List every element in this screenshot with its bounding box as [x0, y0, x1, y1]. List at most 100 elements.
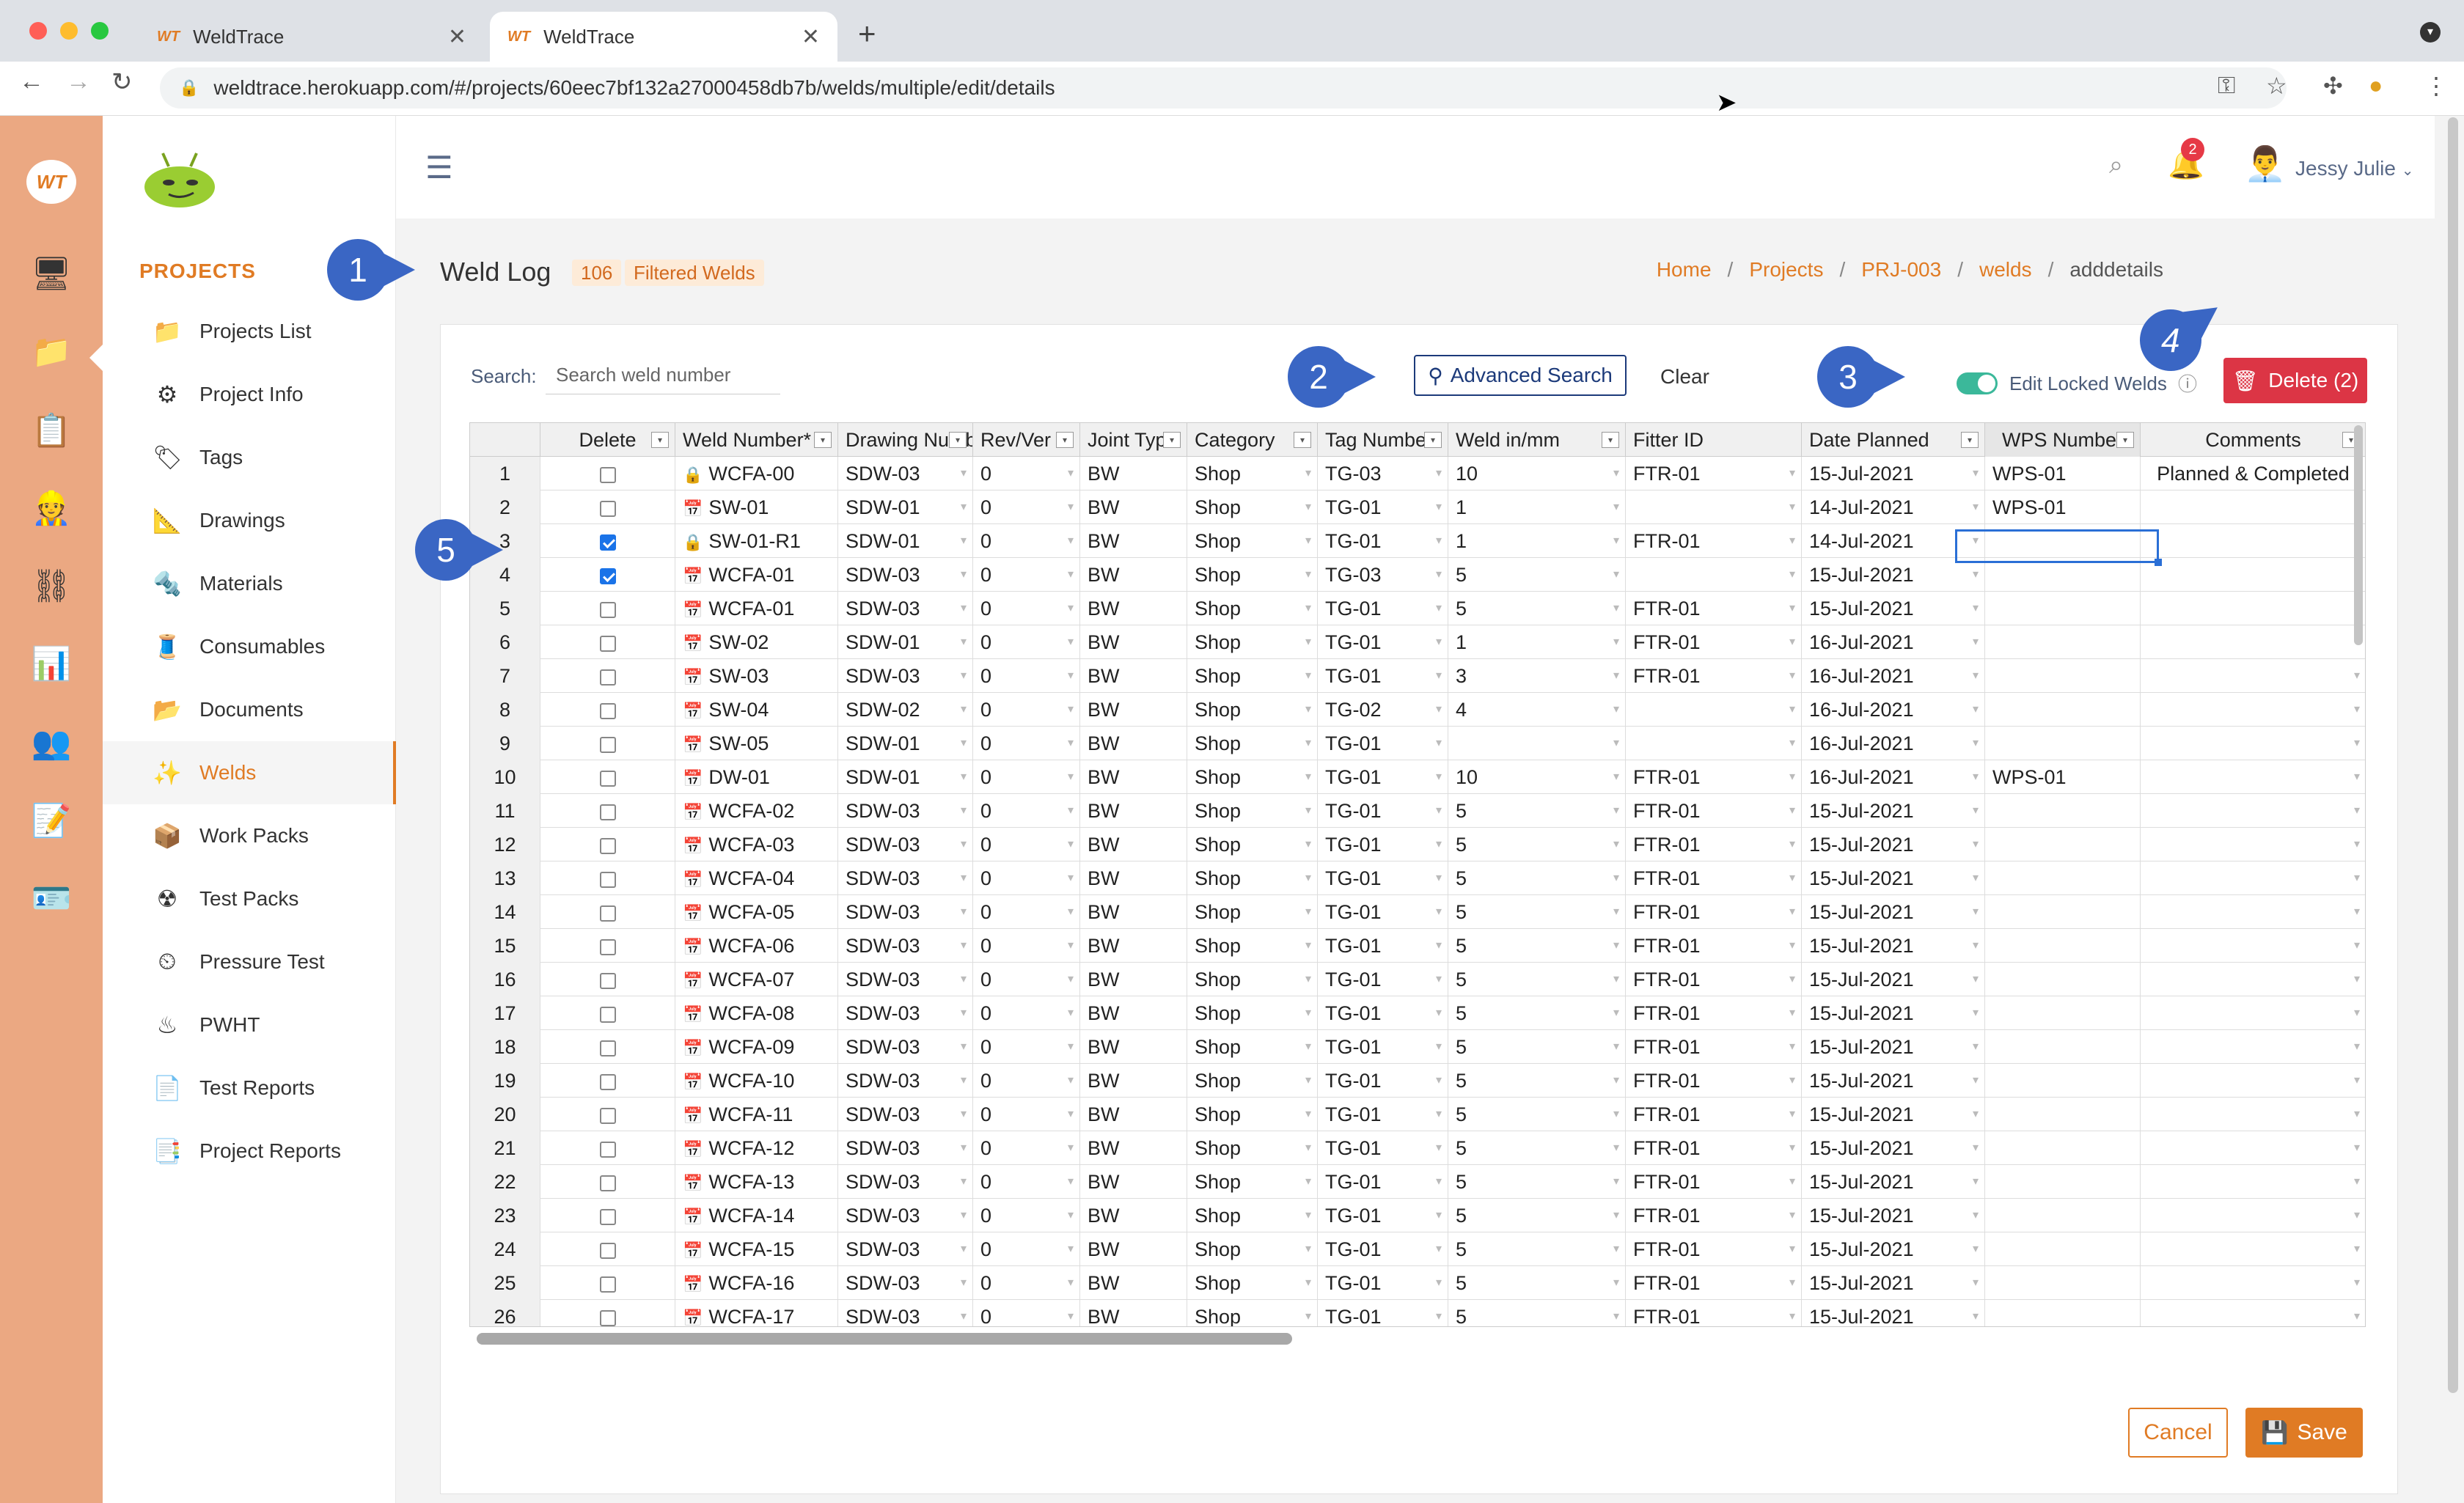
dropdown-arrow-icon[interactable]: ▾ [1068, 592, 1074, 625]
cell-weld[interactable]: 📅 WCFA-05 [675, 895, 838, 929]
cell-jt[interactable]: BW [1080, 760, 1187, 794]
cell-cat[interactable]: Shop ▾ [1187, 457, 1318, 490]
breadcrumb-project[interactable]: PRJ-003 [1861, 258, 1941, 282]
delete-checkbox[interactable] [599, 1107, 616, 1124]
browser-tab-active[interactable]: WT WeldTrace ✕ [490, 12, 837, 62]
cell-tag[interactable]: TG-01 ▾ [1318, 727, 1448, 760]
cancel-button[interactable]: Cancel [2128, 1408, 2228, 1458]
row-number[interactable]: 7 [470, 659, 540, 693]
dropdown-arrow-icon[interactable]: ▾ [1436, 996, 1442, 1030]
dropdown-arrow-icon[interactable]: ▾ [1613, 659, 1619, 693]
dropdown-arrow-icon[interactable]: ▾ [1305, 457, 1311, 490]
cell-date[interactable]: 15-Jul-2021 ▾ [1802, 929, 1985, 963]
delete-checkbox[interactable] [599, 837, 616, 854]
row-number[interactable]: 12 [470, 828, 540, 861]
row-number[interactable]: 16 [470, 963, 540, 996]
cell-rev[interactable]: 0 ▾ [973, 1030, 1080, 1064]
dropdown-arrow-icon[interactable]: ▾ [1789, 1266, 1795, 1300]
cell-rev[interactable]: 0 ▾ [973, 490, 1080, 524]
cell-jt[interactable]: BW [1080, 558, 1187, 592]
dropdown-arrow-icon[interactable]: ▾ [1973, 592, 1979, 625]
cell-weld[interactable]: 📅 WCFA-02 [675, 794, 838, 828]
delete-checkbox[interactable] [599, 601, 616, 618]
address-bar[interactable]: 🔒 weldtrace.herokuapp.com/#/projects/60e… [160, 67, 2287, 109]
dropdown-arrow-icon[interactable]: ▾ [1613, 794, 1619, 828]
cell-rev[interactable]: 0 ▾ [973, 625, 1080, 659]
cell-tag[interactable]: TG-01 ▾ [1318, 828, 1448, 861]
row-number[interactable]: 14 [470, 895, 540, 929]
sidebar-item-drawings[interactable]: 📐 Drawings [103, 489, 396, 552]
cell-jt[interactable]: BW [1080, 1131, 1187, 1165]
sidebar-item-test-reports[interactable]: 📄 Test Reports [103, 1056, 396, 1120]
dropdown-arrow-icon[interactable]: ▾ [1436, 1098, 1442, 1131]
dropdown-arrow-icon[interactable]: ▾ [1068, 490, 1074, 524]
cell-tag[interactable]: TG-01 ▾ [1318, 1199, 1448, 1232]
weldtrace-logo-icon[interactable]: WT [26, 160, 76, 204]
dropdown-arrow-icon[interactable]: ▾ [1436, 895, 1442, 929]
cell-comments[interactable]: ▾ [2141, 794, 2365, 828]
delete-checkbox[interactable] [599, 1276, 616, 1293]
cell-tag[interactable]: TG-01 ▾ [1318, 625, 1448, 659]
cell-size[interactable]: 4 ▾ [1448, 693, 1626, 727]
dropdown-arrow-icon[interactable]: ▾ [1613, 895, 1619, 929]
sidebar-item-project-info[interactable]: ⚙ Project Info [103, 363, 396, 426]
cell-dwg[interactable]: SDW-03 ▾ [838, 592, 973, 625]
cell-fitter[interactable]: FTR-01 ▾ [1626, 996, 1802, 1030]
cell-tag[interactable]: TG-01 ▾ [1318, 592, 1448, 625]
cell-tag[interactable]: TG-02 ▾ [1318, 693, 1448, 727]
badge-icon[interactable]: 🪪 [26, 877, 76, 921]
dropdown-arrow-icon[interactable]: ▾ [1068, 895, 1074, 929]
delete-checkbox[interactable] [599, 905, 616, 922]
dropdown-arrow-icon[interactable]: ▾ [1789, 1131, 1795, 1165]
dropdown-arrow-icon[interactable]: ▾ [2354, 895, 2360, 929]
cell-jt[interactable]: BW [1080, 457, 1187, 490]
column-header[interactable]: Delete ▾ [540, 423, 675, 457]
row-number[interactable]: 20 [470, 1098, 540, 1131]
dropdown-arrow-icon[interactable]: ▾ [1068, 1232, 1074, 1266]
cell-date[interactable]: 16-Jul-2021 ▾ [1802, 659, 1985, 693]
welder-icon[interactable]: 👷 [26, 487, 76, 531]
dropdown-arrow-icon[interactable]: ▾ [1305, 1165, 1311, 1199]
cell-jt[interactable]: BW [1080, 659, 1187, 693]
cell-date[interactable]: 16-Jul-2021 ▾ [1802, 727, 1985, 760]
cell-wps[interactable] [1985, 1165, 2141, 1199]
column-filter-icon[interactable]: ▾ [814, 432, 832, 448]
cell-fitter[interactable]: FTR-01 ▾ [1626, 929, 1802, 963]
team-icon[interactable]: 👥 [26, 721, 76, 765]
dropdown-arrow-icon[interactable]: ▾ [961, 490, 967, 524]
dropdown-arrow-icon[interactable]: ▾ [1789, 727, 1795, 760]
cell-rev[interactable]: 0 ▾ [973, 1165, 1080, 1199]
dropdown-arrow-icon[interactable]: ▾ [2354, 996, 2360, 1030]
dropdown-arrow-icon[interactable]: ▾ [1068, 524, 1074, 558]
close-window-icon[interactable] [29, 22, 47, 40]
cell-jt[interactable]: BW [1080, 1300, 1187, 1326]
dropdown-arrow-icon[interactable]: ▾ [1436, 828, 1442, 861]
cell-jt[interactable]: BW [1080, 592, 1187, 625]
cell-wps[interactable] [1985, 828, 2141, 861]
cell-comments[interactable]: ▾ [2141, 1064, 2365, 1098]
dropdown-arrow-icon[interactable]: ▾ [1305, 558, 1311, 592]
dropdown-arrow-icon[interactable]: ▾ [1613, 861, 1619, 895]
dropdown-arrow-icon[interactable]: ▾ [1789, 524, 1795, 558]
dropdown-arrow-icon[interactable]: ▾ [2354, 929, 2360, 963]
cell-date[interactable]: 15-Jul-2021 ▾ [1802, 1266, 1985, 1300]
dropdown-arrow-icon[interactable]: ▾ [1789, 1232, 1795, 1266]
cell-rev[interactable]: 0 ▾ [973, 524, 1080, 558]
cell-jt[interactable]: BW [1080, 1232, 1187, 1266]
cell-rev[interactable]: 0 ▾ [973, 1232, 1080, 1266]
cell-rev[interactable]: 0 ▾ [973, 929, 1080, 963]
sidebar-item-test-packs[interactable]: ☢ Test Packs [103, 867, 396, 930]
sidebar-item-materials[interactable]: 🔩 Materials [103, 552, 396, 615]
cell-weld[interactable]: 📅 DW-01 [675, 760, 838, 794]
delete-checkbox[interactable] [599, 500, 616, 517]
dropdown-arrow-icon[interactable]: ▾ [1789, 1165, 1795, 1199]
row-number[interactable]: 19 [470, 1064, 540, 1098]
dropdown-arrow-icon[interactable]: ▾ [1305, 760, 1311, 794]
cell-weld[interactable]: 📅 WCFA-14 [675, 1199, 838, 1232]
extensions-icon[interactable]: ✣ [2323, 72, 2343, 100]
cell-fitter[interactable]: FTR-01 ▾ [1626, 1199, 1802, 1232]
cell-fitter[interactable]: FTR-01 ▾ [1626, 659, 1802, 693]
dropdown-arrow-icon[interactable]: ▾ [1068, 727, 1074, 760]
dropdown-arrow-icon[interactable]: ▾ [961, 1165, 967, 1199]
row-number[interactable]: 24 [470, 1232, 540, 1266]
